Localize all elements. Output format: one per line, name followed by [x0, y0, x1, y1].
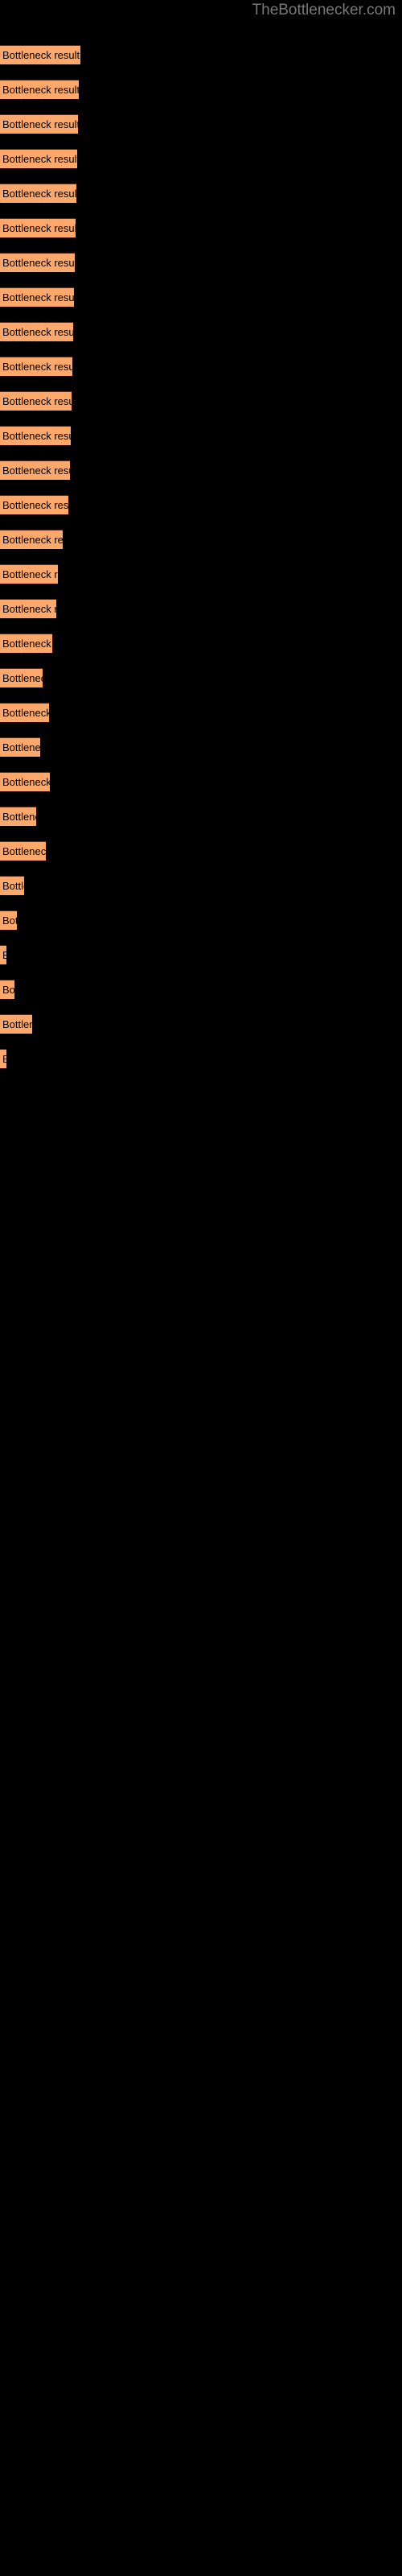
bar-row: Bottleneck result	[0, 45, 402, 64]
bar-row: Bottleneck result	[0, 391, 402, 411]
bar-row: Bottleneck result	[0, 634, 402, 653]
bar-label: Bottleneck result	[2, 326, 73, 338]
bottleneck-result-bar[interactable]: Bottleneck result	[0, 391, 72, 411]
bar-row: Bottleneck result	[0, 495, 402, 514]
bar-label: Bottleneck result	[2, 395, 72, 407]
bottleneck-result-bar[interactable]: Bottleneck result	[0, 668, 43, 687]
bottleneck-result-bar[interactable]: Bottleneck result	[0, 80, 79, 99]
bar-row: Bottleneck result	[0, 114, 402, 134]
bar-label: Bottleneck result	[2, 880, 24, 892]
bar-label: Bottleneck result	[2, 638, 52, 650]
bar-label: Bottleneck result	[2, 672, 43, 684]
bottleneck-result-bar[interactable]: Bottleneck result	[0, 599, 56, 618]
bar-label: Bottleneck result	[2, 222, 76, 234]
bottleneck-result-bar[interactable]: Bottleneck result	[0, 1014, 32, 1034]
bottleneck-result-bar[interactable]: Bottleneck result	[0, 149, 77, 168]
bar-label: Bottleneck result	[2, 188, 76, 200]
bottleneck-result-bar[interactable]: Bottleneck result	[0, 287, 74, 307]
bottleneck-result-bar[interactable]: Bottleneck result	[0, 841, 46, 861]
bottleneck-result-bar[interactable]: Bottleneck result	[0, 426, 71, 445]
bar-label: Bottleneck result	[2, 257, 75, 269]
bar-label: Bottleneck result	[2, 1018, 32, 1030]
bar-label: Bottleneck result	[2, 534, 63, 546]
bar-row: Bottleneck result	[0, 737, 402, 757]
bar-label: Bottleneck result	[2, 776, 50, 788]
bar-row: Bottleneck result	[0, 253, 402, 272]
bar-row: Bottleneck result	[0, 426, 402, 445]
bottleneck-result-bar[interactable]: Bottleneck result	[0, 184, 76, 203]
bar-label: Bottleneck result	[2, 741, 40, 753]
bar-row: Bottleneck result	[0, 218, 402, 237]
bottleneck-result-bar[interactable]: Bottleneck result	[0, 703, 49, 722]
bottleneck-result-bar[interactable]: Bottleneck result	[0, 495, 68, 514]
bottleneck-result-bar[interactable]: Bottleneck result	[0, 253, 75, 272]
bottleneck-result-bar[interactable]: Bottleneck result	[0, 634, 52, 653]
bar-label: Bottleneck result	[2, 845, 46, 857]
bar-row: Bottleneck result	[0, 599, 402, 618]
bar-label: Bottleneck result	[2, 361, 72, 373]
bar-row: Bottleneck result	[0, 841, 402, 861]
bar-label: Bottleneck result	[2, 118, 78, 130]
bottleneck-result-bar[interactable]: Bottleneck result	[0, 876, 24, 895]
bar-row: Bottleneck result	[0, 703, 402, 722]
bar-row: Bottleneck result	[0, 980, 402, 999]
bar-row: Bottleneck result	[0, 910, 402, 930]
bottleneck-result-bar[interactable]: Bottleneck result	[0, 218, 76, 237]
bar-label: Bottleneck result	[2, 49, 80, 61]
bar-row: Bottleneck result	[0, 322, 402, 341]
bar-label: Bottleneck result	[2, 811, 36, 823]
bar-row: Bottleneck result	[0, 564, 402, 584]
bottleneck-result-bar[interactable]: Bottleneck result	[0, 772, 50, 791]
bar-label: Bottleneck result	[2, 291, 74, 303]
bottleneck-result-bar[interactable]: Bottleneck result	[0, 910, 17, 930]
bar-row: Bottleneck result	[0, 668, 402, 687]
bar-label: Bottleneck result	[2, 603, 56, 615]
bar-row: Bottleneck result	[0, 184, 402, 203]
bar-row: Bottleneck result	[0, 945, 402, 964]
bottleneck-result-bar[interactable]: Bottleneck result	[0, 564, 58, 584]
bar-label: Bottleneck result	[2, 464, 70, 477]
bottleneck-result-bar[interactable]: Bottleneck result	[0, 530, 63, 549]
bottleneck-result-bar[interactable]: Bottleneck result	[0, 357, 72, 376]
bar-label: Bottleneck result	[2, 1052, 6, 1066]
bottleneck-bar-chart: Bottleneck result Bottleneck result Bottle…	[0, 0, 402, 2576]
bottleneck-result-bar[interactable]: Bottleneck result	[0, 114, 78, 134]
bar-row: Bottleneck result	[0, 287, 402, 307]
bar-label: Bottleneck result	[2, 430, 71, 442]
bar-row: Bottleneck result	[0, 530, 402, 549]
bar-label: Bottleneck result	[2, 707, 49, 719]
bottleneck-result-bar[interactable]: Bottleneck result	[0, 460, 70, 480]
bar-label: Bottleneck result	[2, 84, 79, 96]
bottleneck-result-bar[interactable]: Bottleneck result	[0, 945, 6, 964]
bottleneck-result-bar[interactable]: Bottleneck result	[0, 737, 40, 757]
bottleneck-result-bar[interactable]: Bottleneck result	[0, 1049, 6, 1068]
bottleneck-result-bar[interactable]: Bottleneck result	[0, 45, 80, 64]
bar-row: Bottleneck result	[0, 357, 402, 376]
bar-row: Bottleneck result	[0, 460, 402, 480]
bottleneck-result-bar[interactable]: Bottleneck result	[0, 807, 36, 826]
bottleneck-result-bar[interactable]: Bottleneck result	[0, 980, 14, 999]
bar-row: Bottleneck result	[0, 149, 402, 168]
bar-label: Bottleneck result	[2, 499, 68, 511]
bar-label: Bottleneck result	[2, 914, 17, 927]
bar-row: Bottleneck result	[0, 80, 402, 99]
bar-label: Bottleneck result	[2, 948, 6, 962]
bottleneck-result-bar[interactable]: Bottleneck result	[0, 322, 73, 341]
bar-row: Bottleneck result	[0, 1014, 402, 1034]
bar-label: Bottleneck result	[2, 984, 14, 996]
bar-label: Bottleneck result	[2, 568, 58, 580]
bar-row: Bottleneck result	[0, 1049, 402, 1068]
bar-label: Bottleneck result	[2, 153, 77, 165]
bar-row: Bottleneck result	[0, 876, 402, 895]
bar-row: Bottleneck result	[0, 807, 402, 826]
bar-row: Bottleneck result	[0, 772, 402, 791]
